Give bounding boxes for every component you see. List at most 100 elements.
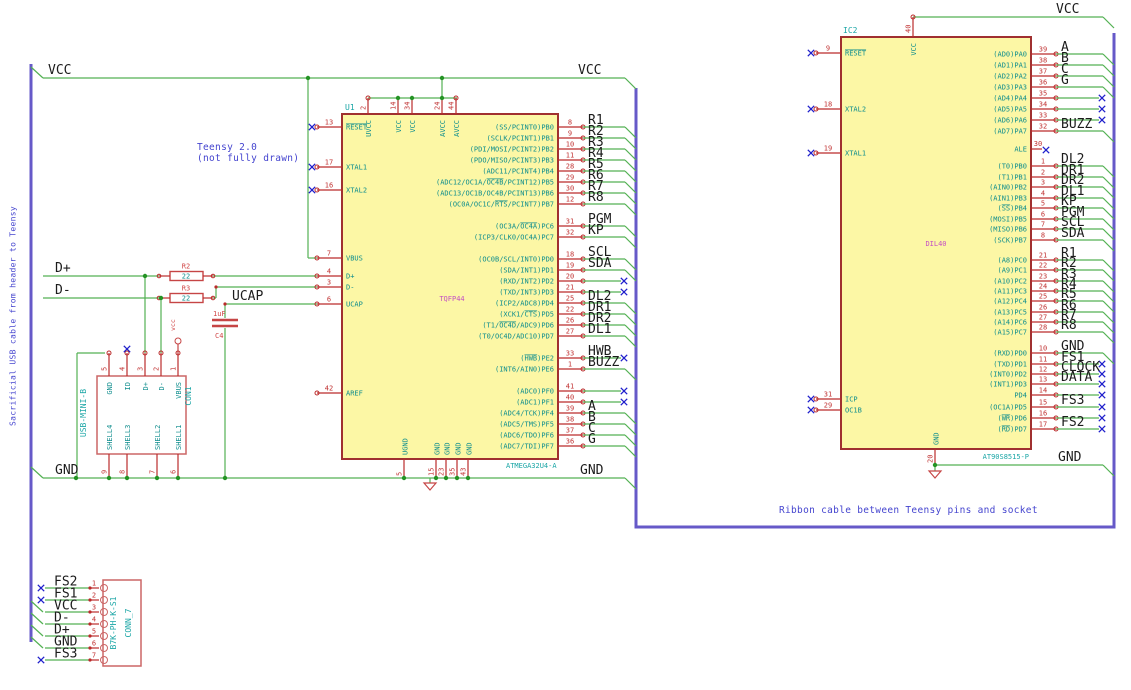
pin-number: 20 <box>566 273 574 281</box>
pin-number: 3 <box>327 279 331 287</box>
junction-dot <box>439 95 445 101</box>
wire-bus-entry <box>624 335 637 348</box>
pin-name: PD4 <box>1014 392 1027 400</box>
pin-name: (XCK1/CTS)PD5 <box>499 311 554 319</box>
wire <box>1102 16 1115 29</box>
capacitor-reference: C4 <box>215 332 223 340</box>
pin-number: 44 <box>448 102 456 110</box>
pin-name: (MOSI)PB5 <box>989 216 1027 224</box>
wire-bus-entry <box>624 159 637 172</box>
pin-name: UCAP <box>346 301 363 309</box>
pin-name: (AD0)PA0 <box>993 51 1027 59</box>
junction-dot <box>222 475 228 481</box>
pin-name: (AD5)PA5 <box>993 106 1027 114</box>
pin-name: SHELL3 <box>124 425 132 450</box>
pin-name: (AD6)PA6 <box>993 117 1027 125</box>
wire-bus-entry <box>1102 269 1115 282</box>
pin-number: 14 <box>1039 387 1047 395</box>
pin-number: 15 <box>1039 399 1047 407</box>
pin-name: GND <box>444 442 452 455</box>
wire <box>624 77 637 90</box>
wire-bus-entry <box>624 258 637 271</box>
usb-connector-reference: CON1 <box>184 386 193 405</box>
pin-name: XTAL1 <box>346 164 367 172</box>
wire-bus-entry <box>624 225 637 238</box>
pin-number: 2 <box>360 106 368 110</box>
pin-name: (SS/PCINT0)PB0 <box>495 124 554 132</box>
pin-number: 40 <box>905 25 913 33</box>
pin-number: 17 <box>1039 421 1047 429</box>
pin-number: 1 <box>568 361 572 369</box>
chip-reference: IC2 <box>843 26 858 35</box>
wire-bus-entry <box>1102 321 1115 334</box>
junction-dot <box>154 475 160 481</box>
pin-name: (ICP3/CLK0/OC4A)PC7 <box>474 234 554 242</box>
pin-name: AVCC <box>439 120 447 137</box>
pin-name: SHELL2 <box>154 425 162 450</box>
pin-name: (ADC4/TCK)PF4 <box>499 410 554 418</box>
wire-bus-entry <box>624 170 637 183</box>
pin-name: (T0)PB0 <box>997 163 1027 171</box>
chip-part-name: ATMEGA32U4-A <box>506 462 557 470</box>
header-pin-circle <box>100 656 108 664</box>
net-label: GND <box>1058 450 1082 465</box>
pin-name: (A13)PC5 <box>993 309 1027 317</box>
wire-bus-entry <box>624 324 637 337</box>
pin-number: 26 <box>566 317 574 325</box>
pin-number: 3 <box>1041 179 1045 187</box>
wire <box>30 66 44 79</box>
header-pin-circle <box>100 596 108 604</box>
wire-bus-entry <box>1102 197 1115 210</box>
wire-bus-entry <box>30 636 44 649</box>
net-label: SDA <box>588 256 612 271</box>
pin-name: (ICP2/ADC8)PD4 <box>495 300 554 308</box>
no-connect-x <box>807 49 815 57</box>
pin-number: 19 <box>566 262 574 270</box>
junction-dot <box>443 475 449 481</box>
pin-number: 43 <box>460 468 468 476</box>
pin-number: 40 <box>566 394 574 402</box>
pin-number: 33 <box>1039 112 1047 120</box>
wire <box>1102 464 1115 477</box>
pin-number: 33 <box>566 350 574 358</box>
pin-number: 4 <box>119 367 127 371</box>
pin-number: 26 <box>1039 304 1047 312</box>
header-pin-circle <box>100 620 108 628</box>
pin-name: (OC1A)PD5 <box>989 404 1027 412</box>
junction-dot <box>439 75 445 81</box>
pin-number: 2 <box>92 592 96 600</box>
pin-name: (A9)PC1 <box>997 267 1027 275</box>
pin-number: 23 <box>1039 273 1047 281</box>
junction-dot <box>395 95 401 101</box>
pin-name: (PDO/MISO/PCINT3)PB3 <box>470 157 554 165</box>
pin-name: (WR)PD6 <box>997 415 1027 423</box>
wire-bus-entry <box>1102 207 1115 220</box>
wire-bus-entry <box>1102 176 1115 189</box>
pin-number: 29 <box>824 402 832 410</box>
junction-dot <box>932 462 938 468</box>
pin-number: 5 <box>396 472 404 476</box>
pin-number: 7 <box>327 250 331 258</box>
pin-number: 6 <box>327 296 331 304</box>
wire-bus-entry <box>30 624 44 637</box>
pin-number: 11 <box>566 152 574 160</box>
pin-number: 9 <box>826 45 830 53</box>
pin-number: 22 <box>566 306 574 314</box>
pin-name: SHELL1 <box>175 425 183 450</box>
header-pin-circle <box>100 644 108 652</box>
pin-name: GND <box>434 442 442 455</box>
pin-name: UGND <box>402 438 410 455</box>
pin-number: 38 <box>1039 57 1047 65</box>
wire-bus-entry <box>1102 331 1115 344</box>
pin-name: GND <box>466 442 474 455</box>
pin-number: 31 <box>566 218 574 226</box>
wire-dot <box>214 285 218 289</box>
pin-number: 28 <box>1039 324 1047 332</box>
net-label: G <box>588 432 596 447</box>
pin-name: (ADC7/TDI)PF7 <box>499 443 554 451</box>
pin-name: (AIN0)PB2 <box>989 184 1027 192</box>
wire-bus-entry <box>1102 259 1115 272</box>
net-label: G <box>1061 73 1069 88</box>
pin-name: (RD)PD7 <box>997 426 1027 434</box>
pin-number: 35 <box>449 468 457 476</box>
